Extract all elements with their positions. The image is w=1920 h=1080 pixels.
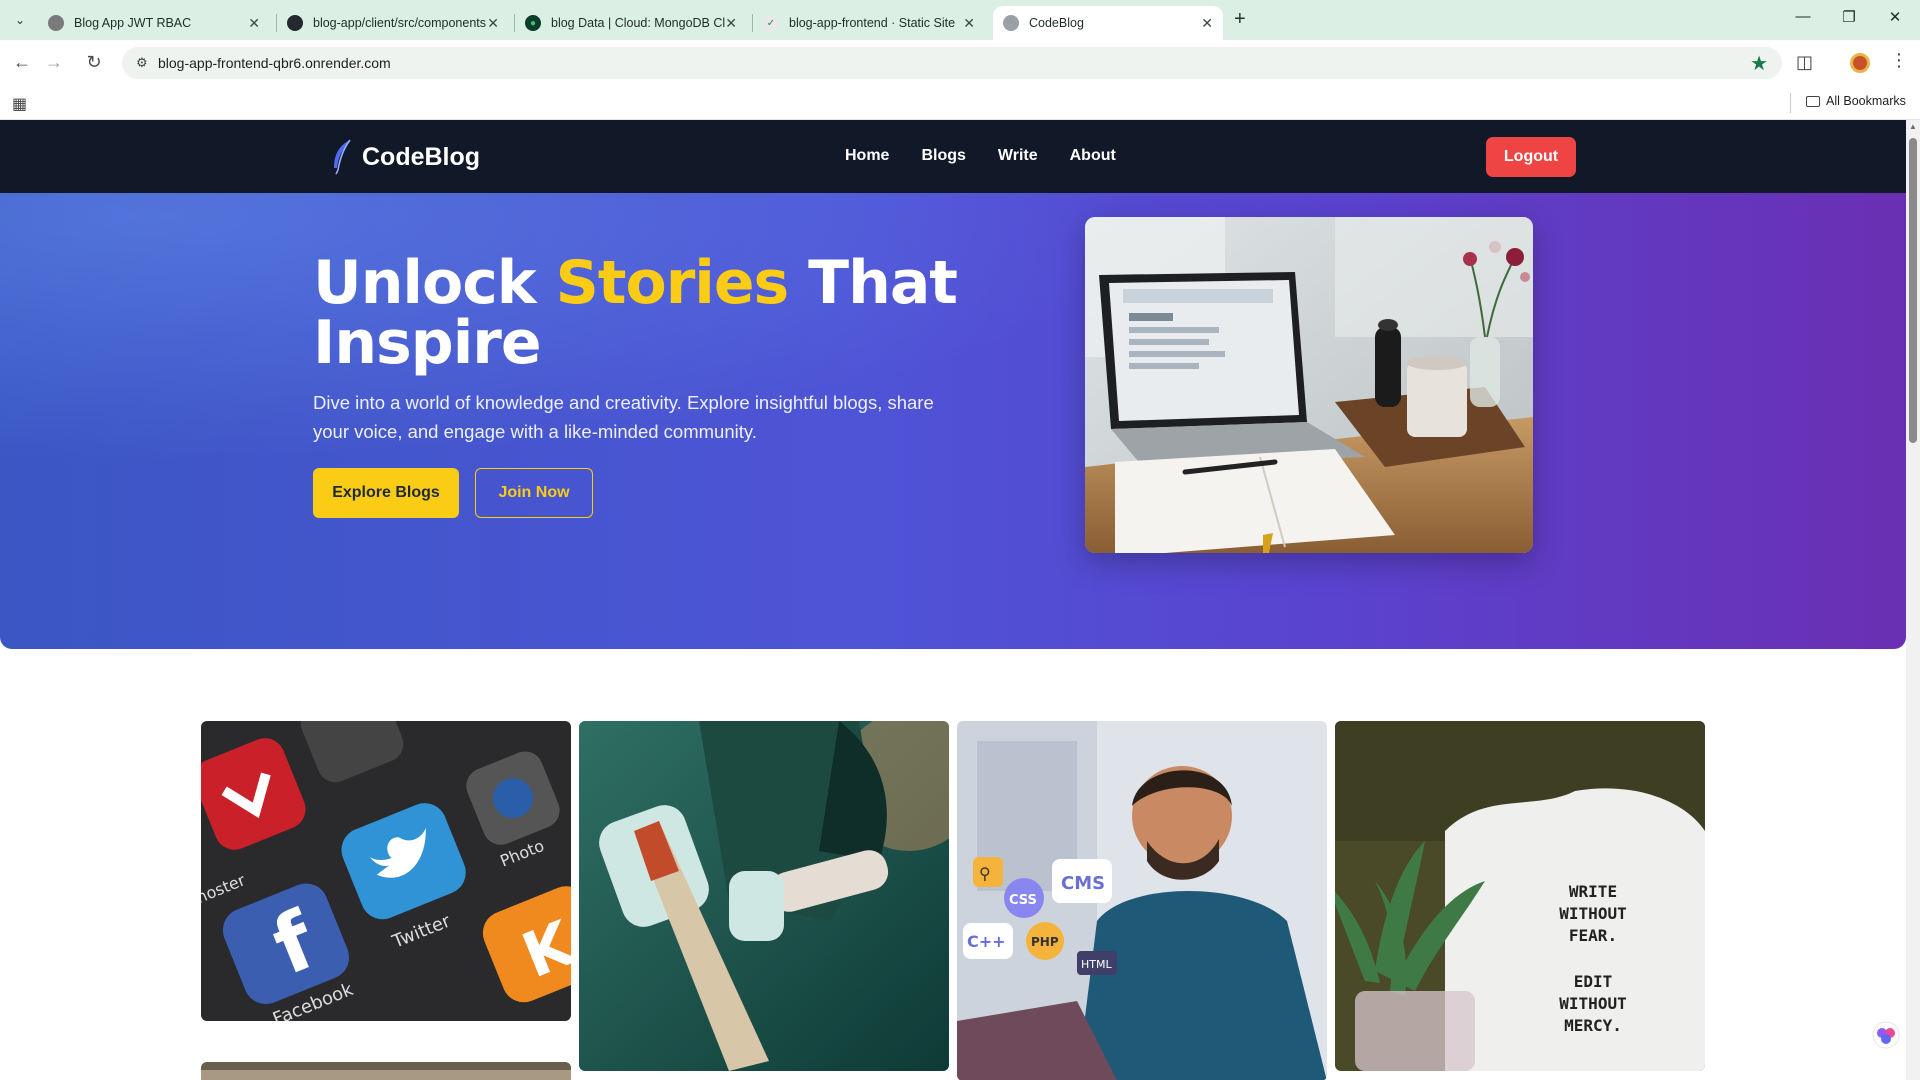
mug-quote-image: WRITE WITHOUT FEAR. EDIT WITHOUT MERCY.	[1335, 721, 1705, 1071]
svg-text:CMS: CMS	[1061, 873, 1105, 894]
close-tab-icon[interactable]: ✕	[963, 15, 975, 32]
nav-link-blogs[interactable]: Blogs	[921, 147, 965, 165]
svg-text:WRITE: WRITE	[1569, 882, 1617, 901]
github-favicon-icon	[287, 15, 303, 31]
tab-search-chevron-icon[interactable]: ⌄	[8, 8, 32, 32]
brand-name: CodeBlog	[362, 142, 481, 171]
developer-coding-image: CMS CSS ⚲ C++ PHP HTML	[957, 721, 1327, 1080]
nav-link-home[interactable]: Home	[845, 147, 889, 165]
svg-text:WITHOUT: WITHOUT	[1559, 904, 1626, 923]
hero-title: Unlock Stories That Inspire	[313, 248, 958, 378]
hero-subtitle: Dive into a world of knowledge and creat…	[313, 392, 934, 442]
svg-text:WITHOUT: WITHOUT	[1559, 994, 1626, 1013]
restore-window-icon[interactable]: ❐	[1834, 8, 1864, 26]
all-bookmarks-button[interactable]: All Bookmarks	[1806, 94, 1906, 108]
hero-section: Unlock Stories That Inspire Dive into a …	[0, 193, 1906, 649]
floating-assistant-icon[interactable]	[1872, 1021, 1900, 1049]
scroll-up-arrow-icon[interactable]: ▲	[1909, 122, 1917, 131]
blog-card-coding[interactable]: CMS CSS ⚲ C++ PHP HTML	[957, 721, 1327, 1080]
url-text[interactable]: blog-app-frontend-qbr6.onrender.com	[158, 55, 391, 71]
close-tab-icon[interactable]: ✕	[1201, 15, 1213, 32]
back-arrow-icon[interactable]: ←	[10, 52, 34, 73]
apps-grid-icon[interactable]: ▦	[12, 94, 27, 114]
explore-blogs-button[interactable]: Explore Blogs	[313, 468, 459, 518]
browser-menu-icon[interactable]: ⋮	[1890, 50, 1908, 71]
bookmarks-bar: ▦ All Bookmarks	[0, 86, 1920, 120]
nav-link-about[interactable]: About	[1070, 147, 1116, 165]
blog-card-partial[interactable]	[201, 1062, 571, 1080]
page-viewport: CodeBlog Home Blogs Write About Logout U…	[0, 120, 1920, 1080]
svg-text:CSS: CSS	[1009, 893, 1037, 908]
nav-link-write[interactable]: Write	[998, 147, 1038, 165]
site-navbar: CodeBlog Home Blogs Write About Logout	[0, 120, 1906, 193]
page-scrollbar[interactable]: ▲	[1906, 120, 1920, 1080]
mongodb-favicon-icon: ●	[525, 15, 541, 31]
profile-avatar-icon[interactable]	[1850, 53, 1870, 73]
folder-icon	[1806, 95, 1820, 107]
svg-text:C++: C++	[967, 932, 1006, 951]
feather-logo-icon	[334, 139, 351, 175]
blog-card-write-without-fear[interactable]: WRITE WITHOUT FEAR. EDIT WITHOUT MERCY.	[1335, 721, 1705, 1071]
render-favicon-icon: ✓	[763, 15, 779, 31]
blog-card-cricket[interactable]	[579, 721, 949, 1071]
minimize-window-icon[interactable]: —	[1788, 8, 1818, 25]
main-menu: Home Blogs Write About	[845, 147, 1116, 165]
address-bar[interactable]: ⚙ blog-app-frontend-qbr6.onrender.com ★	[122, 47, 1782, 79]
forward-arrow-icon[interactable]: →	[42, 52, 66, 73]
svg-text:MERCY.: MERCY.	[1564, 1016, 1622, 1035]
logout-button[interactable]: Logout	[1486, 137, 1576, 177]
scrollbar-thumb[interactable]	[1909, 138, 1917, 443]
blog-card-social-apps[interactable]: f K Twitter Facebook Phoster Photo	[201, 721, 571, 1021]
join-now-button[interactable]: Join Now	[475, 468, 593, 518]
hero-title-accent: Stories	[555, 248, 790, 318]
browser-tab-5-active[interactable]: CodeBlog ✕	[993, 6, 1223, 40]
bookmark-star-icon[interactable]: ★	[1750, 51, 1768, 76]
globe-favicon-icon	[48, 15, 64, 31]
cricket-player-image	[579, 721, 949, 1071]
close-tab-icon[interactable]: ✕	[248, 15, 260, 32]
brand-logo-link[interactable]: CodeBlog	[328, 138, 480, 176]
browser-tab-2[interactable]: blog-app/client/src/components ✕	[277, 6, 509, 40]
browser-tab-3[interactable]: ● blog Data | Cloud: MongoDB Cl ✕	[515, 6, 747, 40]
close-tab-icon[interactable]: ✕	[487, 15, 499, 32]
browser-tab-strip: ⌄ Blog App JWT RBAC ✕ blog-app/client/sr…	[0, 0, 1920, 40]
svg-text:PHP: PHP	[1031, 935, 1059, 949]
social-apps-image: f K Twitter Facebook Phoster Photo	[201, 721, 571, 1021]
browser-tab-4[interactable]: ✓ blog-app-frontend · Static Site ✕	[753, 6, 985, 40]
address-toolbar: ← → ↻ ⚙ blog-app-frontend-qbr6.onrender.…	[0, 40, 1920, 86]
svg-text:⚲: ⚲	[979, 864, 991, 883]
new-tab-plus-icon[interactable]: +	[1234, 8, 1246, 31]
svg-text:EDIT: EDIT	[1574, 972, 1613, 991]
site-info-icon[interactable]: ⚙	[136, 55, 152, 71]
hero-image-laptop-desk	[1085, 217, 1533, 553]
svg-text:HTML: HTML	[1081, 958, 1112, 971]
svg-text:FEAR.: FEAR.	[1569, 926, 1617, 945]
reload-icon[interactable]: ↻	[82, 52, 106, 73]
partial-card-image	[201, 1062, 571, 1080]
browser-tab-1[interactable]: Blog App JWT RBAC ✕	[38, 6, 270, 40]
close-window-icon[interactable]: ✕	[1880, 8, 1910, 26]
extensions-puzzle-icon[interactable]: ◫	[1796, 52, 1813, 73]
globe-favicon-icon	[1003, 15, 1019, 31]
close-tab-icon[interactable]: ✕	[725, 15, 737, 32]
